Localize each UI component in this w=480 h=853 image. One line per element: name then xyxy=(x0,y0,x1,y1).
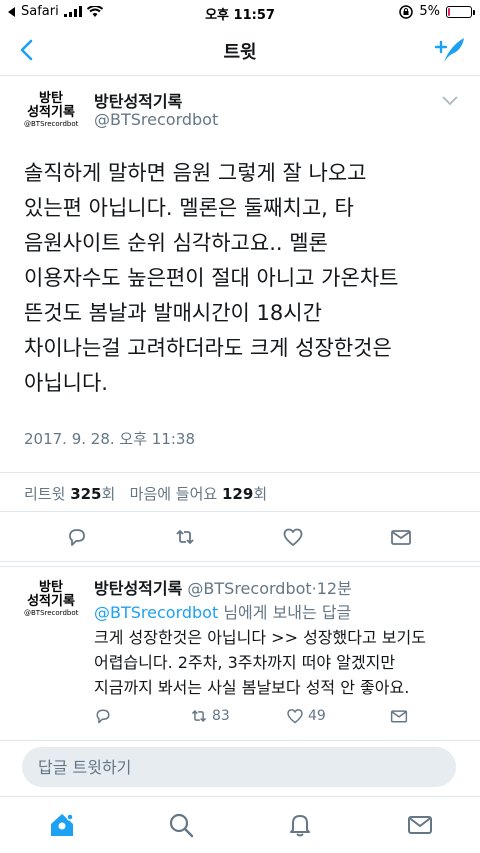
tweet-stats: 리트윗 325회 마음에 들어요 129회 xyxy=(0,472,480,512)
retweet-stat-unit: 회 xyxy=(101,485,116,503)
reply-like-count: 49 xyxy=(308,708,326,724)
like-stat-count: 129 xyxy=(222,485,254,503)
tweet-text: 솔직하게 말하면 음원 그렇게 잘 나오고 있는편 아닙니다. 멜론은 둘째치고… xyxy=(24,161,399,395)
reply-avatar[interactable]: 방탄 성적기록 @BTSrecordbot xyxy=(24,581,78,631)
retweet-icon[interactable] xyxy=(174,526,196,548)
reply-to-line: @BTSrecordbot 님에게 보내는 답글 xyxy=(94,599,351,623)
heart-icon xyxy=(287,709,303,724)
reply-to-suffix: 님에게 보내는 답글 xyxy=(223,603,352,622)
reply-actions: 83 49 xyxy=(94,707,434,729)
battery-icon xyxy=(446,5,475,18)
retweet-stat-label: 리트윗 xyxy=(24,485,66,503)
avatar-logo-line1: 방탄 xyxy=(39,91,63,106)
status-bar: Safari 오후 11:57 5% xyxy=(0,0,480,24)
orientation-lock-icon xyxy=(399,4,414,19)
reply-compose-bar xyxy=(0,740,480,796)
home-icon[interactable] xyxy=(48,811,76,839)
retweet-stat[interactable]: 리트윗 325회 xyxy=(24,485,120,503)
chevron-down-icon[interactable] xyxy=(442,96,458,106)
reply-avatar-logo-line1: 방탄 xyxy=(39,580,63,595)
reply-retweet-button[interactable]: 83 xyxy=(190,707,230,725)
retweet-icon xyxy=(191,710,207,722)
direct-message-icon[interactable] xyxy=(390,526,412,548)
battery-percent: 5% xyxy=(419,4,440,19)
tweet-actions xyxy=(0,512,480,562)
reply-author-handle[interactable]: @BTSrecordbot xyxy=(187,579,311,598)
author-name[interactable]: 방탄성적기록 xyxy=(94,88,182,112)
reply-icon[interactable] xyxy=(66,526,88,548)
reply-tweet[interactable]: 방탄 성적기록 @BTSrecordbot 방탄성적기록 @BTSrecordb… xyxy=(0,566,480,724)
nav-bar: 트윗 xyxy=(0,24,480,76)
reply-header: 방탄성적기록 @BTSrecordbot·12분 xyxy=(94,575,352,599)
notifications-bell-icon[interactable] xyxy=(286,811,314,839)
reply-input[interactable] xyxy=(22,747,456,787)
heart-icon[interactable] xyxy=(282,526,304,548)
reply-dm-button[interactable] xyxy=(390,707,408,725)
direct-message-icon xyxy=(390,710,408,723)
avatar[interactable]: 방탄 성적기록 @BTSrecordbot xyxy=(24,92,78,142)
like-stat-unit: 회 xyxy=(253,485,268,503)
reply-reply-button[interactable] xyxy=(94,707,112,725)
reply-icon xyxy=(96,709,110,724)
tab-bar xyxy=(0,796,480,853)
reply-to-handle-link[interactable]: @BTSrecordbot xyxy=(94,603,218,622)
reply-retweet-count: 83 xyxy=(212,708,230,724)
avatar-logo-line2: 성적기록 xyxy=(27,105,75,120)
reply-like-button[interactable]: 49 xyxy=(286,707,326,725)
like-stat-label: 마음에 들어요 xyxy=(129,485,218,503)
messages-icon[interactable] xyxy=(406,811,434,839)
status-right: 5% xyxy=(399,4,475,19)
search-icon[interactable] xyxy=(167,811,195,839)
tweet-timestamp: 2017. 9. 28. 오후 11:38 xyxy=(24,430,196,448)
reply-age: 12분 xyxy=(316,579,352,598)
retweet-stat-count: 325 xyxy=(70,485,102,503)
like-stat[interactable]: 마음에 들어요 129회 xyxy=(130,485,267,503)
avatar-logo-line3: @BTSrecordbot xyxy=(24,120,79,128)
reply-author-name[interactable]: 방탄성적기록 xyxy=(94,579,182,598)
reply-text: 크게 성장한것은 아닙니다 >> 성장했다고 보기도 어렵습니다. 2주차, 3… xyxy=(94,628,426,697)
compose-tweet-icon[interactable] xyxy=(432,32,468,68)
reply-avatar-logo-line2: 성적기록 xyxy=(27,594,75,609)
author-handle[interactable]: @BTSrecordbot xyxy=(94,110,218,129)
page-title: 트윗 xyxy=(223,42,257,63)
reply-avatar-logo-line3: @BTSrecordbot xyxy=(24,609,79,617)
